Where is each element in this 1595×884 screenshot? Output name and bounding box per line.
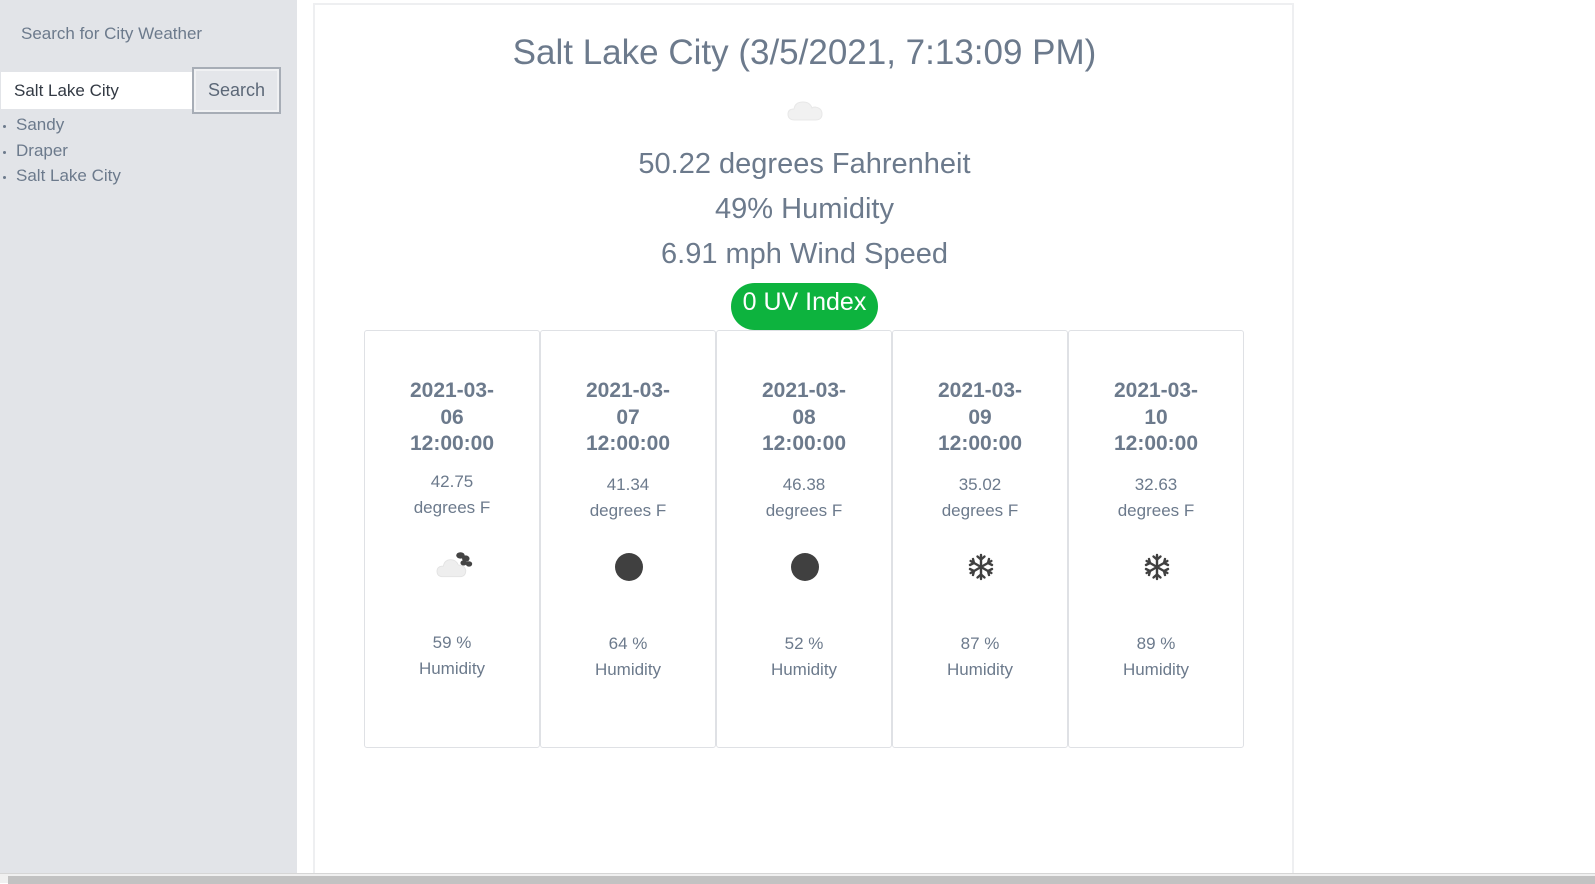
city-title: Salt Lake City (3/5/2021, 7:13:09 PM)	[512, 33, 1097, 72]
clear-icon	[791, 553, 819, 581]
sidebar: Search for City Weather Search Sandy Dra…	[0, 0, 297, 873]
forecast-date: 2021-03- 09 12:00:00	[937, 379, 1023, 455]
forecast-humidity: 59 % Humidity	[418, 633, 486, 678]
sidebar-title: Search for City Weather	[21, 24, 203, 43]
weather-dashboard: Search for City Weather Search Sandy Dra…	[0, 0, 1595, 883]
history-item-sandy[interactable]: Sandy	[16, 112, 121, 138]
forecast-date: 2021-03- 07 12:00:00	[585, 379, 671, 455]
forecast-card-day-4: 2021-03- 09 12:00:00 35.02 degrees F 87 …	[892, 330, 1068, 748]
forecast-card-day-3: 2021-03- 08 12:00:00 46.38 degrees F 52 …	[716, 330, 892, 748]
history-item-salt-lake-city[interactable]: Salt Lake City	[16, 163, 121, 189]
snowflake-icon	[968, 553, 994, 581]
forecast-card-day-2: 2021-03- 07 12:00:00 41.34 degrees F 64 …	[540, 330, 716, 748]
forecast-date: 2021-03- 10 12:00:00	[1113, 379, 1199, 455]
forecast-temperature: 41.34 degrees F	[589, 475, 667, 520]
forecast-date: 2021-03- 08 12:00:00	[761, 379, 847, 455]
current-temperature: 50.22 degrees Fahrenheit	[638, 148, 971, 180]
forecast-temperature: 46.38 degrees F	[765, 475, 843, 520]
snowflake-icon	[1144, 553, 1170, 581]
forecast-humidity: 89 % Humidity	[1122, 634, 1190, 679]
forecast-card-day-1: 2021-03- 06 12:00:00 42.75 degrees F 59 …	[364, 330, 540, 748]
five-day-forecast: 2021-03- 06 12:00:00 42.75 degrees F 59 …	[364, 330, 1244, 748]
forecast-temperature: 32.63 degrees F	[1117, 475, 1195, 520]
search-button[interactable]: Search	[192, 67, 281, 114]
horizontal-scrollbar[interactable]	[0, 873, 1595, 884]
search-history-list: Sandy Draper Salt Lake City	[0, 112, 121, 189]
forecast-humidity: 52 % Humidity	[770, 634, 838, 679]
current-weather-card: Salt Lake City (3/5/2021, 7:13:09 PM) 50…	[313, 3, 1294, 883]
forecast-temperature: 42.75 degrees F	[413, 472, 491, 517]
forecast-date: 2021-03- 06 12:00:00	[409, 379, 495, 455]
forecast-humidity: 64 % Humidity	[594, 634, 662, 679]
cloud-rain-icon	[436, 552, 473, 578]
forecast-temperature: 35.02 degrees F	[941, 475, 1019, 520]
current-wind-speed: 6.91 mph Wind Speed	[661, 238, 948, 270]
cloud-icon	[787, 101, 823, 121]
history-item-draper[interactable]: Draper	[16, 138, 121, 164]
uv-index-badge: 0 UV Index	[731, 283, 878, 330]
forecast-humidity: 87 % Humidity	[946, 634, 1014, 679]
clear-icon	[615, 553, 643, 581]
current-humidity: 49% Humidity	[715, 193, 894, 225]
city-search-input[interactable]	[0, 71, 193, 110]
forecast-card-day-5: 2021-03- 10 12:00:00 32.63 degrees F 89 …	[1068, 330, 1244, 748]
